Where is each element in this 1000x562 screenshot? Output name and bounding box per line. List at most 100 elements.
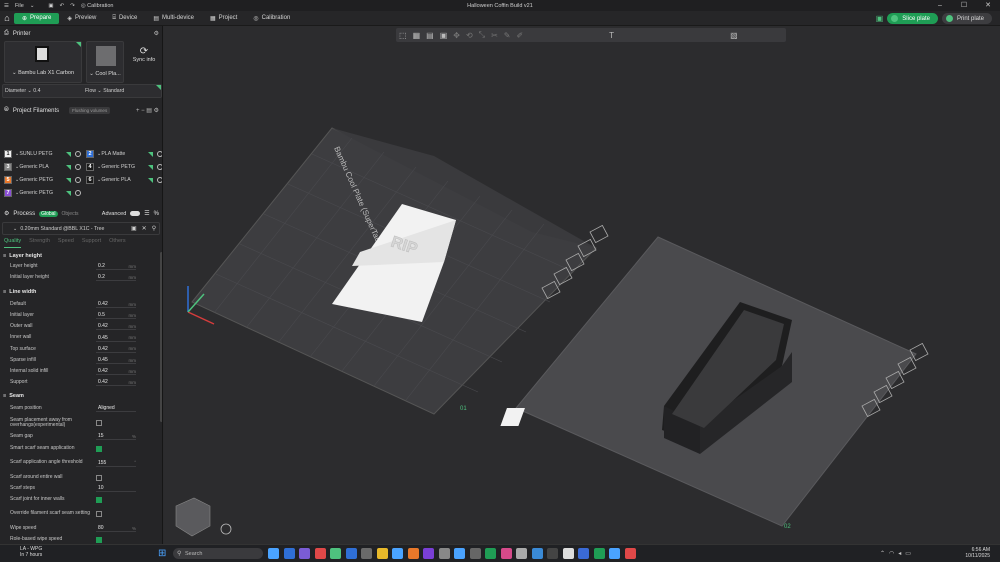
filament-item[interactable]: 1 ⌄ SUNLU PETG (4, 150, 82, 158)
setting-value[interactable]: 80% (96, 525, 136, 532)
save-preset-icon[interactable]: ▣ (131, 225, 137, 232)
save-icon[interactable]: ▣ (48, 3, 53, 9)
app-icon[interactable] (407, 548, 419, 559)
filament-color-swatch[interactable]: 6 (86, 176, 94, 184)
app-icon[interactable] (578, 548, 589, 559)
filament-color-swatch[interactable]: 1 (4, 150, 12, 158)
filament-color-swatch[interactable]: 3 (4, 163, 12, 171)
setting-value[interactable]: Aligned (96, 405, 136, 412)
app-icon[interactable] (469, 548, 481, 559)
filament-name[interactable]: Generic PETG (19, 190, 63, 196)
subtab-quality[interactable]: Quality (4, 238, 22, 248)
app-icon[interactable] (609, 548, 620, 559)
setting-value[interactable]: 0.42 mm (96, 346, 136, 353)
filament-color-swatch[interactable]: 2 (86, 150, 94, 158)
file-menu[interactable]: File (15, 3, 24, 9)
app-icon[interactable] (299, 548, 310, 559)
slice-plate-button[interactable]: Slice plate (887, 13, 938, 24)
printer-card[interactable]: ⌄ Bambu Lab X1 Carbon (4, 41, 82, 83)
plate-settings-icon[interactable]: ▣ (876, 14, 884, 23)
app-icon[interactable] (283, 548, 295, 559)
remove-filament-icon[interactable] (75, 151, 82, 157)
filament-color-swatch[interactable]: 4 (86, 163, 94, 171)
app-icon[interactable] (361, 548, 372, 559)
subtab-strength[interactable]: Strength (29, 238, 50, 248)
tab-preview[interactable]: ◈ Preview (59, 13, 104, 24)
setting-value[interactable]: 0.45 mm (96, 335, 136, 342)
camera-reset-icon[interactable] (220, 523, 232, 535)
app-icon[interactable] (392, 548, 403, 559)
close-icon[interactable]: ✕ (976, 0, 1000, 11)
setting-value[interactable]: 0.2 mm (96, 263, 136, 270)
volume-icon[interactable]: ◂ (898, 550, 901, 557)
add-icon[interactable]: + − ▤ ⚙ (136, 107, 159, 114)
plate-1-close-icon[interactable] (589, 224, 609, 244)
app-icon[interactable] (485, 548, 496, 559)
filament-name[interactable]: Generic PETG (19, 177, 63, 183)
setting-value[interactable]: 0.45 mm (96, 357, 136, 364)
app-icon[interactable] (593, 548, 605, 559)
setting-checkbox[interactable] (96, 511, 102, 517)
calibration-menu[interactable]: ◎ Calibration (81, 3, 114, 9)
tab-project[interactable]: ▦ Project (202, 13, 245, 24)
app-icon[interactable] (547, 548, 558, 559)
home-icon[interactable]: ⌂ (0, 13, 14, 23)
subtab-speed[interactable]: Speed (58, 238, 74, 248)
chevron-up-icon[interactable]: ⌃ (880, 550, 885, 557)
subtab-support[interactable]: Support (82, 238, 101, 248)
setting-value[interactable]: 0.2 mm (96, 274, 136, 281)
filament-item[interactable]: 2 ⌄ PLA Matte (86, 150, 162, 158)
clock[interactable]: 6:56 AM 10/11/2025 (965, 547, 990, 559)
remove-filament-icon[interactable] (75, 164, 82, 170)
battery-icon[interactable]: ▭ (905, 550, 911, 557)
plate-card[interactable]: ⌄ Cool Pla... (86, 41, 124, 83)
weather-widget[interactable]: LA - WPG In 7 hours (20, 546, 42, 558)
tab-multi-device[interactable]: ▤ Multi-device (145, 13, 202, 24)
setting-value[interactable]: 0.42 mm (96, 323, 136, 331)
flow-value[interactable]: Standard (103, 88, 124, 94)
app-icon[interactable] (454, 548, 465, 559)
filament-name[interactable]: Generic PETG (101, 164, 145, 170)
filament-item[interactable]: 4 ⌄ Generic PETG (86, 163, 162, 171)
filament-color-swatch[interactable]: 5 (4, 176, 12, 184)
filament-name[interactable]: SUNLU PETG (19, 151, 63, 157)
app-icon[interactable] (516, 548, 527, 559)
sidebar-scrollbar[interactable] (160, 252, 162, 422)
process-preset[interactable]: ⌄ 0.20mm Standard @BBL X1C - Tree ▣ ✕ ⚲ (2, 222, 160, 235)
app-icon[interactable] (268, 548, 279, 559)
setting-value[interactable]: 0.42 mm (96, 379, 136, 387)
close-preset-icon[interactable]: ✕ (142, 225, 147, 232)
global-toggle[interactable]: Global (39, 210, 58, 217)
gear-icon[interactable]: ⚙ (154, 30, 159, 37)
dropdown-icon[interactable]: ⌄ (30, 3, 35, 9)
setting-value[interactable]: 10 (96, 485, 136, 492)
setting-value[interactable]: 0.5 mm (96, 312, 136, 320)
remove-filament-icon[interactable] (157, 177, 162, 183)
system-tray[interactable]: ⌃ ◠ ◂ ▭ (880, 550, 911, 557)
start-icon[interactable]: ⊞ (158, 548, 166, 559)
remove-filament-icon[interactable] (157, 164, 162, 170)
view-cube[interactable] (175, 497, 211, 537)
app-icon[interactable] (376, 548, 388, 559)
search-icon[interactable]: ⚲ (152, 225, 156, 232)
remove-filament-icon[interactable] (75, 177, 82, 183)
sync-info-button[interactable]: ⟳ Sync info (128, 46, 160, 63)
undo-icon[interactable]: ↶ (60, 3, 65, 9)
advanced-toggle[interactable] (130, 211, 141, 216)
wifi-icon[interactable]: ◠ (889, 550, 894, 557)
objects-toggle[interactable]: Objects (62, 211, 79, 217)
app-icon[interactable] (624, 548, 636, 559)
list-icon[interactable]: ☰ (144, 210, 149, 217)
filament-item[interactable]: 5 ⌄ Generic PETG (4, 176, 82, 184)
setting-value[interactable]: 15% (96, 433, 136, 440)
app-menu-icon[interactable]: ☰ (4, 3, 9, 9)
subtab-others[interactable]: Others (109, 238, 126, 248)
filament-item[interactable]: 3 ⌄ Generic PLA (4, 163, 82, 171)
setting-value[interactable]: 0.42 mm (96, 301, 136, 308)
filament-name[interactable]: Generic PLA (19, 164, 63, 170)
maximize-icon[interactable]: ☐ (952, 0, 976, 11)
percent-icon[interactable]: % (154, 211, 159, 217)
3d-viewport[interactable]: ⬚ ▦ ▤ ▣ ✥ ⟲ ⤡ ✂ ✎ ✐ T ▧ Bambu Cool Plate… (164, 26, 1000, 544)
app-icon[interactable] (345, 548, 357, 559)
redo-icon[interactable]: ↷ (70, 3, 75, 9)
